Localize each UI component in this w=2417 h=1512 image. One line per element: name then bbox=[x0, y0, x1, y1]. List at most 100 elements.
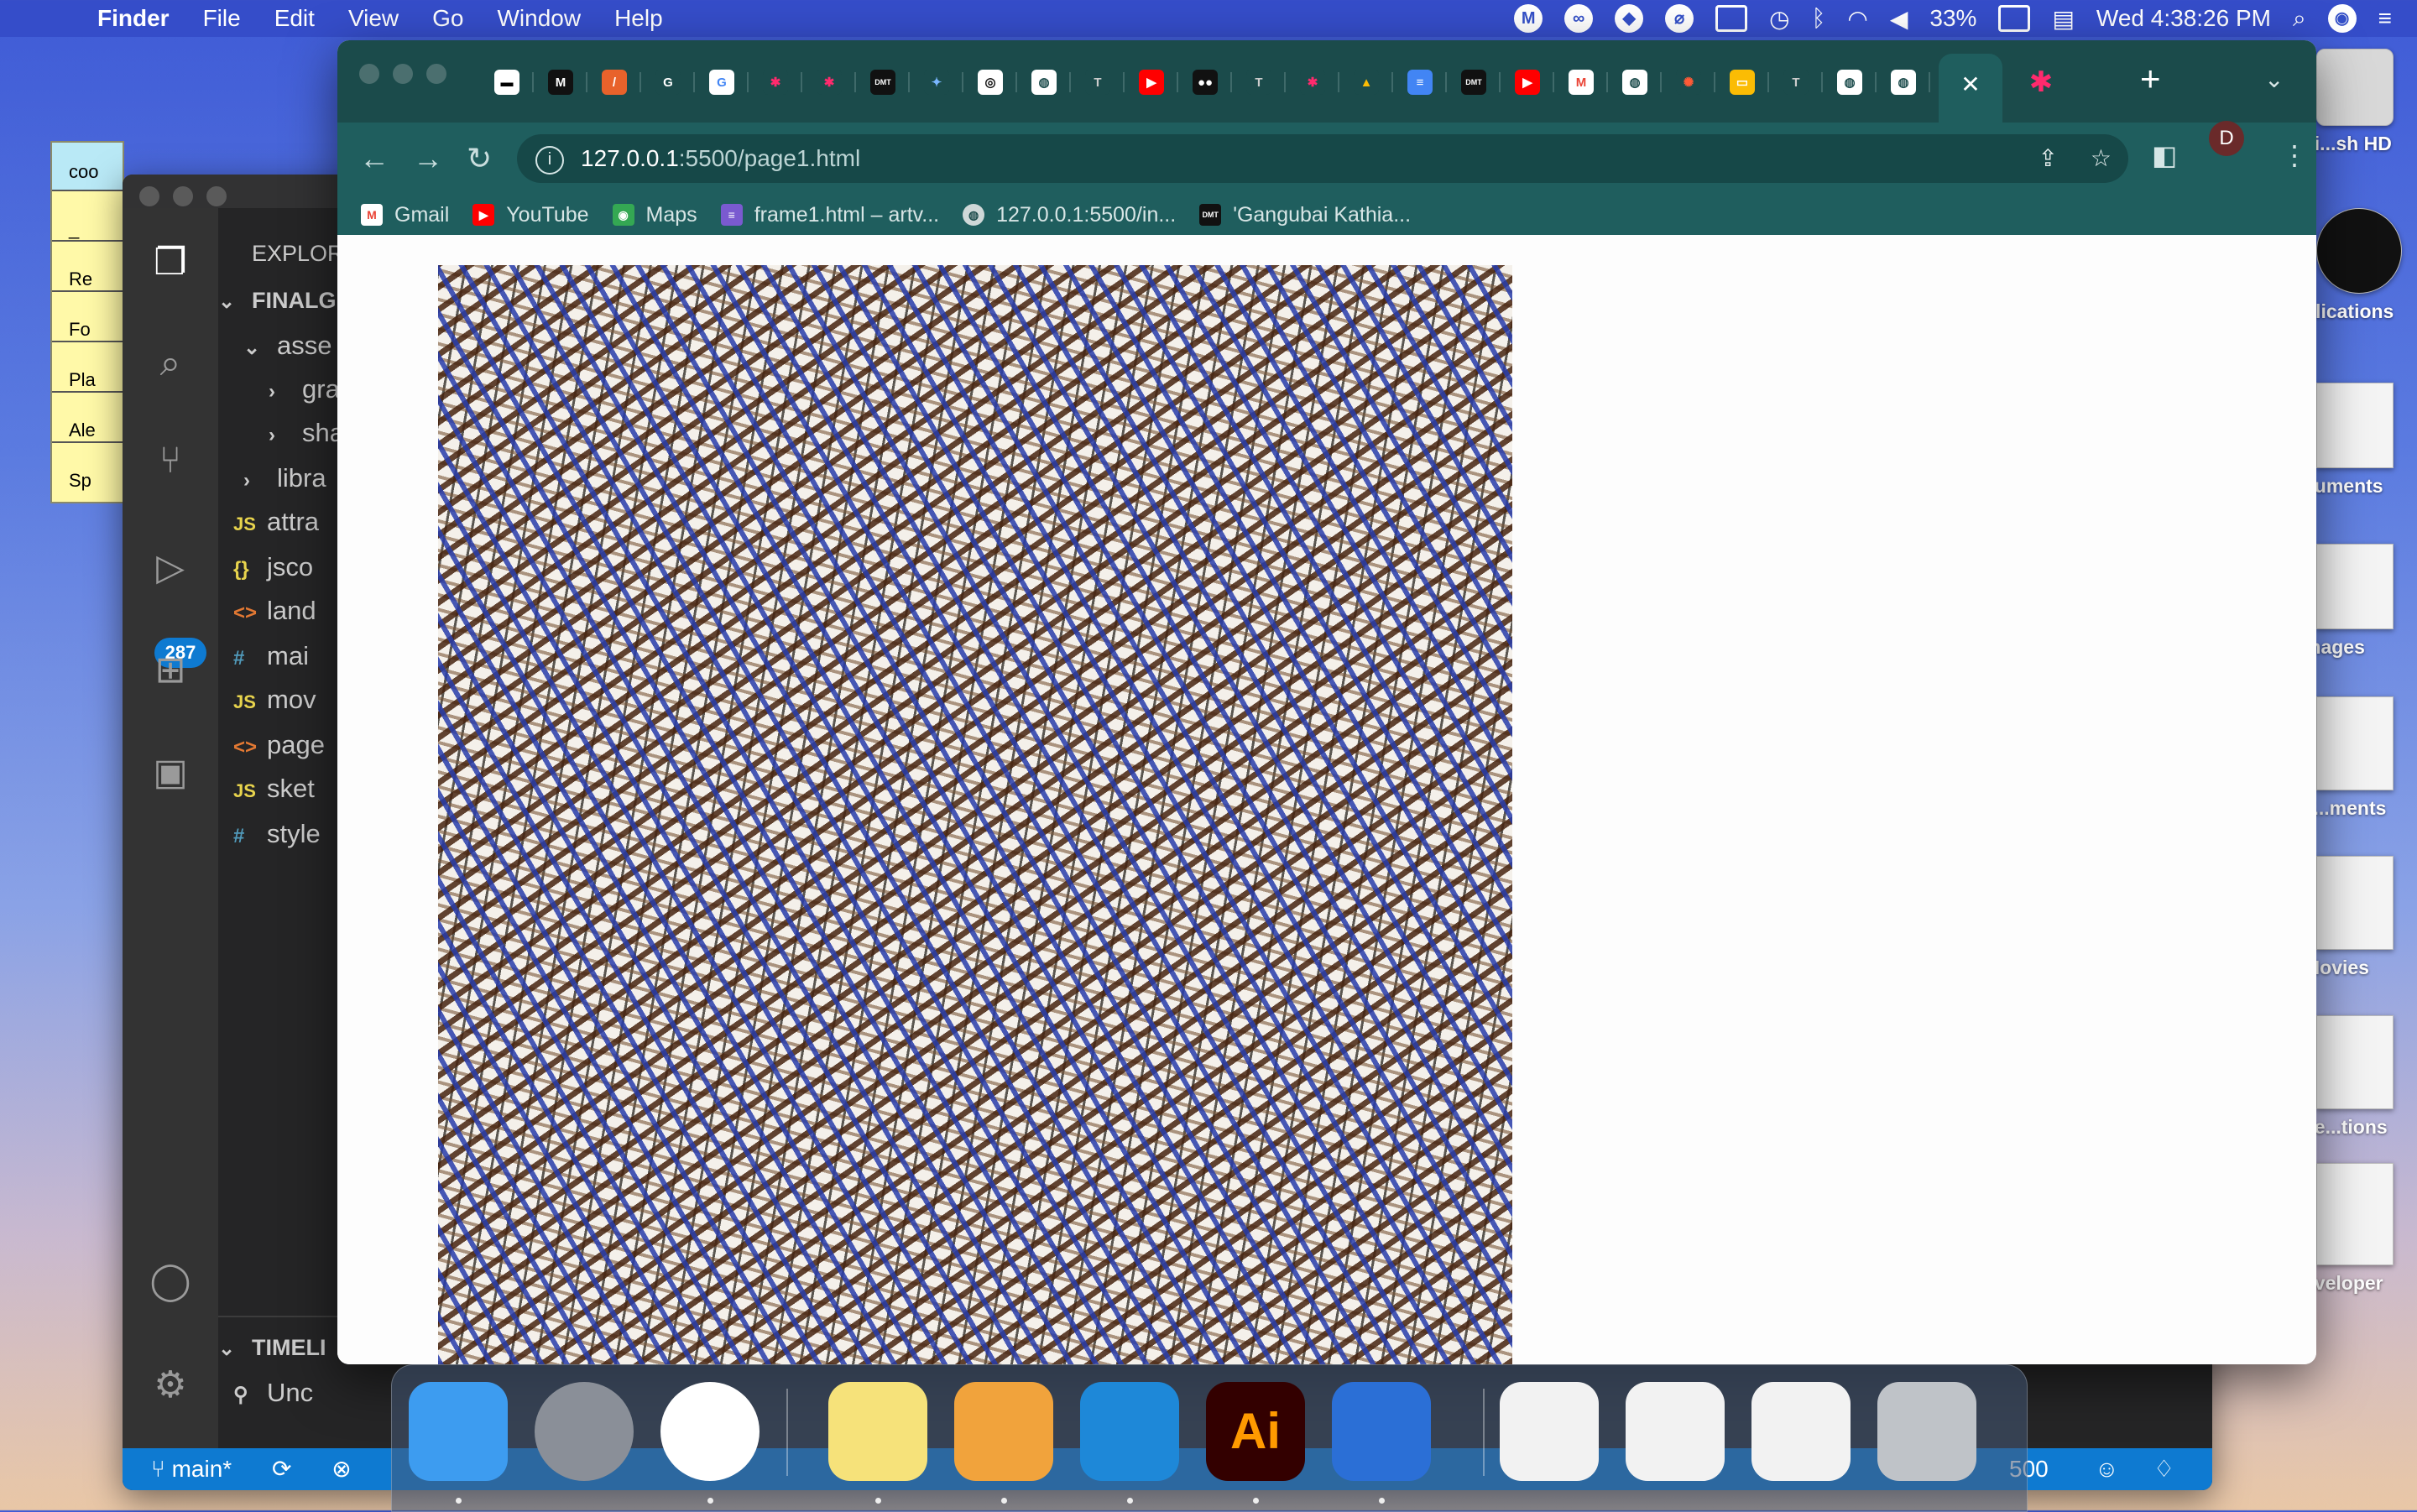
tab-19[interactable]: DMT bbox=[1447, 65, 1501, 99]
tab-25[interactable]: T bbox=[1769, 65, 1823, 99]
source-control-icon[interactable]: ⑂ bbox=[146, 436, 195, 485]
dropbox-icon[interactable]: ◆ bbox=[1615, 4, 1644, 33]
menu-app-name[interactable]: Finder bbox=[97, 5, 170, 32]
tab-8[interactable]: DMT bbox=[856, 65, 910, 99]
dock-app-document-2[interactable] bbox=[1626, 1382, 1725, 1481]
input-source-flag-icon[interactable]: ▤ bbox=[2052, 5, 2074, 33]
tree-item-folder[interactable]: › gra bbox=[269, 368, 340, 411]
tree-item-file[interactable]: <> land bbox=[233, 589, 316, 633]
bookmark-maps[interactable]: ◉ Maps bbox=[612, 203, 697, 227]
airplay-icon[interactable] bbox=[1715, 5, 1748, 32]
tree-item-folder[interactable]: › libra bbox=[243, 456, 326, 500]
close-tab-icon[interactable]: ✕ bbox=[1960, 71, 1980, 97]
stickies-note[interactable]: coo _ Re Fo Pla Ale Sp bbox=[50, 141, 124, 503]
bluetooth-icon[interactable]: ᛒ bbox=[1812, 5, 1826, 32]
address-bar[interactable]: i 127.0.0.1:5500/page1.html ⇪ ☆ bbox=[517, 134, 2128, 183]
battery-icon[interactable] bbox=[1998, 5, 2031, 32]
tab-18[interactable]: ≡ bbox=[1393, 65, 1447, 99]
dock-app-pages[interactable] bbox=[954, 1382, 1053, 1481]
back-button[interactable]: ← bbox=[359, 141, 389, 176]
timeline-item[interactable]: ⚲ Unc bbox=[233, 1371, 313, 1415]
tree-item-file[interactable]: # style bbox=[233, 812, 321, 856]
run-debug-icon[interactable]: ▷ bbox=[146, 544, 195, 592]
remote-explorer-icon[interactable]: ▣ bbox=[146, 748, 195, 797]
minimize-button[interactable] bbox=[393, 64, 413, 84]
tree-item-folder[interactable]: › sha bbox=[269, 411, 344, 455]
dock-app-chrome[interactable] bbox=[660, 1382, 760, 1481]
search-icon[interactable]: ⌕ bbox=[146, 339, 195, 388]
tab-favicon[interactable]: ✱ bbox=[2014, 65, 2068, 99]
dock-app-document-1[interactable] bbox=[1500, 1382, 1599, 1481]
accounts-icon[interactable]: ◯ bbox=[146, 1257, 195, 1306]
tab-2[interactable]: M bbox=[534, 65, 587, 99]
tree-item-file[interactable]: # mai bbox=[233, 634, 309, 678]
tab-21[interactable]: M bbox=[1554, 65, 1608, 99]
vpn-icon[interactable]: ⌀ bbox=[1665, 4, 1694, 33]
problems-icon[interactable]: ⊗ bbox=[331, 1456, 351, 1482]
menu-file[interactable]: File bbox=[203, 5, 241, 32]
tree-item-file[interactable]: {} jsco bbox=[233, 545, 313, 589]
dock-app-document-3[interactable] bbox=[1751, 1382, 1851, 1481]
time-machine-icon[interactable]: ◷ bbox=[1769, 5, 1789, 33]
dock-app-launchpad[interactable] bbox=[535, 1382, 634, 1481]
notifications-bell-icon[interactable]: ♢ bbox=[2153, 1448, 2174, 1490]
gmail-status-icon[interactable]: M bbox=[1514, 4, 1543, 33]
control-center-icon[interactable]: ≡ bbox=[2378, 5, 2392, 32]
wifi-icon[interactable]: ◠ bbox=[1847, 5, 1867, 33]
project-root[interactable]: ⌄ FINALG bbox=[218, 279, 337, 322]
tab-search-chevron-icon[interactable]: ⌄ bbox=[2264, 65, 2284, 93]
tree-item-file[interactable]: <> page bbox=[233, 723, 325, 767]
creative-cloud-icon[interactable]: ∞ bbox=[1564, 4, 1594, 33]
menu-go[interactable]: Go bbox=[432, 5, 463, 32]
tab-22[interactable]: ◍ bbox=[1608, 65, 1662, 99]
tab-7[interactable]: ✱ bbox=[802, 65, 856, 99]
sync-icon[interactable]: ⟳ bbox=[272, 1456, 291, 1482]
zoom-button[interactable] bbox=[426, 64, 446, 84]
tree-item-file[interactable]: JS sket bbox=[233, 767, 315, 811]
desktop-item-hd[interactable]: ci...sh HD bbox=[2304, 49, 2417, 155]
bookmark-gmail[interactable]: M Gmail bbox=[361, 203, 449, 227]
bookmark-youtube[interactable]: ▶ YouTube bbox=[472, 203, 589, 227]
chrome-menu-icon[interactable]: ⋮ bbox=[2281, 139, 2308, 171]
tab-1[interactable]: ▬ bbox=[480, 65, 534, 99]
menu-help[interactable]: Help bbox=[614, 5, 663, 32]
dock-app-illustrator[interactable]: Ai bbox=[1206, 1382, 1305, 1481]
forward-button[interactable]: → bbox=[413, 141, 443, 176]
tab-5[interactable]: G bbox=[695, 65, 749, 99]
spotlight-search-icon[interactable]: ⌕ bbox=[2293, 5, 2306, 33]
dock-app-vs-code[interactable] bbox=[1080, 1382, 1179, 1481]
dock-app-finder[interactable] bbox=[409, 1382, 508, 1481]
desktop-item-documents[interactable]: cuments bbox=[2304, 383, 2417, 498]
explorer-icon[interactable]: ❐ bbox=[146, 238, 195, 287]
desktop-item-documents-2[interactable]: F...ments bbox=[2304, 696, 2417, 820]
tab-24[interactable]: ▭ bbox=[1715, 65, 1769, 99]
tab-3[interactable]: / bbox=[587, 65, 641, 99]
bookmark-localhost[interactable]: ◍ 127.0.0.1:5500/in... bbox=[963, 203, 1176, 227]
bookmark-gangubai[interactable]: DMT 'Gangubai Kathia... bbox=[1199, 203, 1411, 227]
tab-6[interactable]: ✱ bbox=[749, 65, 802, 99]
desktop-item-applications[interactable]: plications bbox=[2304, 208, 2417, 323]
tab-16[interactable]: ✱ bbox=[1286, 65, 1339, 99]
bookmark-star-icon[interactable]: ☆ bbox=[2091, 134, 2112, 183]
desktop-item-images[interactable]: mages bbox=[2304, 544, 2417, 659]
dock-app-trash[interactable] bbox=[1877, 1382, 1976, 1481]
bookmark-frame1[interactable]: ≡ frame1.html – artv... bbox=[720, 203, 939, 227]
tab-9[interactable]: ✦ bbox=[910, 65, 963, 99]
menu-view[interactable]: View bbox=[348, 5, 399, 32]
minimize-button[interactable] bbox=[173, 186, 193, 206]
tab-27[interactable]: ◍ bbox=[1877, 65, 1930, 99]
tab-26[interactable]: ◍ bbox=[1823, 65, 1877, 99]
tab-13[interactable]: ▶ bbox=[1125, 65, 1178, 99]
tree-item-folder[interactable]: ⌄ asse bbox=[243, 324, 331, 368]
desktop-item-movies[interactable]: Movies bbox=[2304, 856, 2417, 979]
menu-edit[interactable]: Edit bbox=[274, 5, 315, 32]
tab-20[interactable]: ▶ bbox=[1501, 65, 1554, 99]
side-panel-icon[interactable]: ◧ bbox=[2152, 139, 2177, 171]
desktop-item-presentations[interactable]: se...tions bbox=[2304, 1015, 2417, 1139]
tree-item-file[interactable]: JS attra bbox=[233, 500, 319, 544]
site-info-icon[interactable]: i bbox=[535, 145, 564, 175]
volume-icon[interactable]: ◀ bbox=[1890, 5, 1908, 33]
tab-4[interactable]: G bbox=[641, 65, 695, 99]
settings-gear-icon[interactable]: ⚙ bbox=[146, 1361, 195, 1410]
extensions-icon[interactable]: ⊞ bbox=[146, 646, 195, 695]
